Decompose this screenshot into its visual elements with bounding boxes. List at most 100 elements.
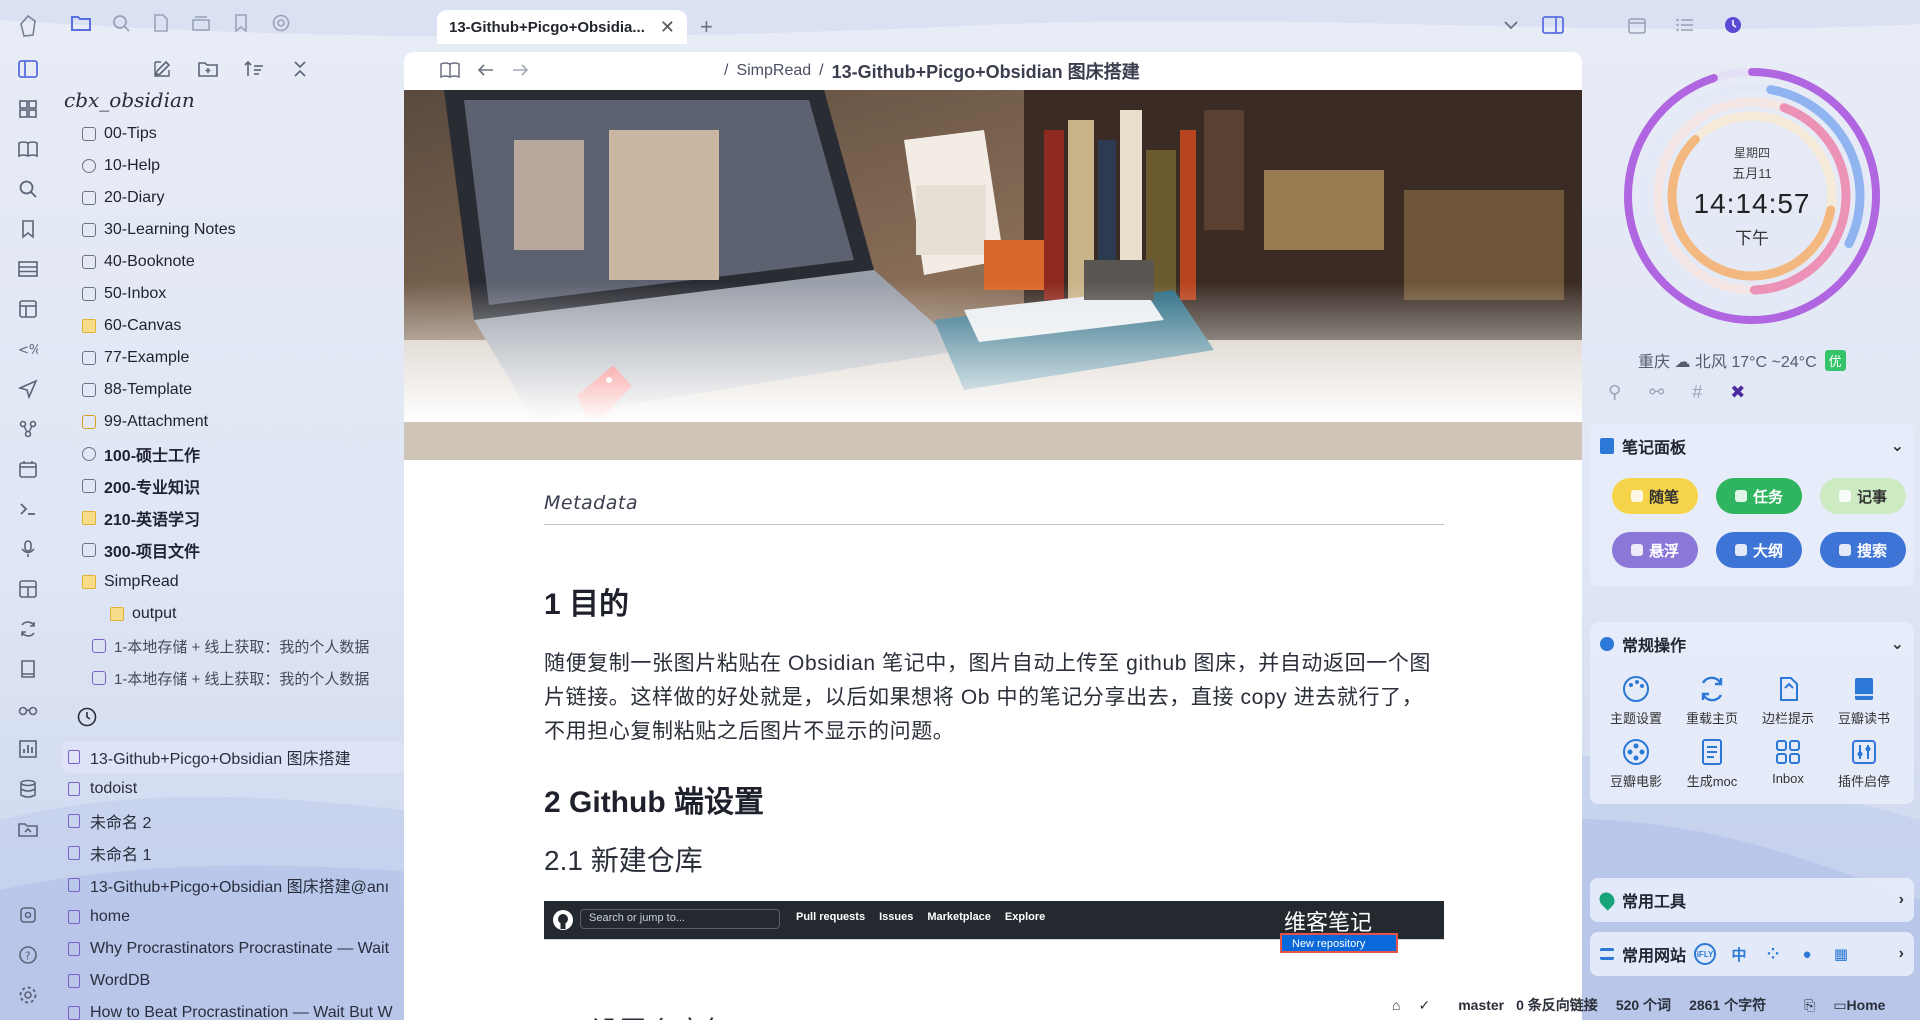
apps-grid-icon[interactable]: ▦ bbox=[1830, 943, 1852, 965]
new-note-icon[interactable] bbox=[151, 58, 173, 80]
home-icon[interactable]: ⌂ bbox=[1392, 997, 1400, 1013]
tree-item[interactable]: 10-Help bbox=[82, 150, 404, 182]
book-icon[interactable] bbox=[17, 658, 39, 680]
new-folder-icon[interactable] bbox=[197, 58, 219, 80]
memo-button[interactable]: 记事 bbox=[1820, 478, 1906, 514]
graph-icon[interactable] bbox=[17, 418, 39, 440]
task-button[interactable]: 任务 bbox=[1716, 478, 1802, 514]
plugin-toggle-button[interactable]: 插件启停 bbox=[1826, 737, 1902, 790]
bookmark-icon[interactable] bbox=[230, 12, 252, 34]
clock-icon[interactable] bbox=[1722, 14, 1744, 36]
tab-active-note[interactable]: 13-Github+Picgo+Obsidia... ✕ bbox=[437, 10, 687, 44]
chinese-input-icon[interactable]: 中 bbox=[1728, 943, 1750, 965]
reload-home-button[interactable]: 重载主页 bbox=[1674, 674, 1750, 727]
sort-icon[interactable] bbox=[243, 58, 265, 80]
bookmark-icon[interactable] bbox=[17, 218, 39, 240]
sync-icon[interactable] bbox=[17, 618, 39, 640]
collapse-all-icon[interactable] bbox=[289, 58, 311, 80]
notes-panel-header[interactable]: 笔记面板 ⌄ bbox=[1590, 424, 1914, 468]
table-icon[interactable] bbox=[17, 258, 39, 280]
sidebar-left-icon[interactable] bbox=[17, 58, 39, 80]
inbox-button[interactable]: Inbox bbox=[1750, 737, 1826, 790]
check-icon[interactable]: ✓ bbox=[1418, 997, 1430, 1014]
dots-icon[interactable]: ⁘ bbox=[1762, 943, 1784, 965]
sync-status-icon[interactable]: ⎘ bbox=[1804, 997, 1815, 1014]
theme-settings-button[interactable]: 主题设置 bbox=[1598, 674, 1674, 727]
tree-item[interactable]: 30-Learning Notes bbox=[82, 214, 404, 246]
tools-icon[interactable]: ✖ bbox=[1730, 382, 1745, 403]
ops-panel-header[interactable]: 常规操作 ⌄ bbox=[1590, 622, 1914, 666]
tree-item[interactable]: 50-Inbox bbox=[82, 278, 404, 310]
tree-item[interactable]: 88-Template bbox=[82, 374, 404, 406]
recent-file-item[interactable]: 未命名 1 bbox=[62, 837, 404, 869]
terminal-icon[interactable] bbox=[17, 498, 39, 520]
list-icon[interactable] bbox=[1674, 14, 1696, 36]
grid-icon[interactable] bbox=[17, 98, 39, 120]
search-icon[interactable] bbox=[110, 12, 132, 34]
tree-item[interactable]: 200-专业知识 bbox=[82, 470, 404, 502]
upload-icon[interactable] bbox=[17, 818, 39, 840]
book-open-icon[interactable] bbox=[17, 138, 39, 160]
tree-item[interactable]: 60-Canvas bbox=[82, 310, 404, 342]
layout-icon[interactable] bbox=[17, 298, 39, 320]
douban-movies-button[interactable]: 豆瓣电影 bbox=[1598, 737, 1674, 790]
back-arrow-icon[interactable] bbox=[476, 60, 496, 80]
file-icon[interactable] bbox=[150, 12, 172, 34]
microphone-icon[interactable] bbox=[17, 538, 39, 560]
chevron-down-icon[interactable] bbox=[1500, 14, 1522, 36]
ifly-icon[interactable]: iFLY bbox=[1694, 943, 1717, 965]
sidebar-toggle-icon[interactable] bbox=[1542, 14, 1564, 36]
link-add-icon[interactable]: ⚲ bbox=[1608, 382, 1621, 403]
metadata-heading[interactable]: Metadata bbox=[544, 492, 1444, 525]
tree-item[interactable]: 300-项目文件 bbox=[82, 534, 404, 566]
folder-icon[interactable] bbox=[70, 12, 92, 34]
recent-file-item[interactable]: Why Procrastinators Procrastinate — Wait bbox=[62, 933, 404, 965]
vault-switch-icon[interactable] bbox=[17, 904, 39, 926]
tools-panel-header[interactable]: 常用工具 › bbox=[1590, 878, 1914, 922]
hashtag-icon[interactable]: # bbox=[1692, 382, 1702, 403]
dashboard-icon[interactable] bbox=[17, 578, 39, 600]
help-icon[interactable]: ? bbox=[17, 944, 39, 966]
tree-item[interactable]: SimpRead bbox=[82, 566, 404, 598]
tree-item[interactable]: 40-Booknote bbox=[82, 246, 404, 278]
template-icon[interactable]: <% bbox=[17, 338, 39, 360]
microphone-icon[interactable]: ● bbox=[1796, 943, 1818, 965]
tree-item-doc[interactable]: 1-本地存储 + 线上获取：我的个人数据 bbox=[82, 662, 404, 694]
vault-name[interactable]: cbx_obsidian bbox=[64, 88, 195, 112]
gear-icon[interactable] bbox=[17, 984, 39, 1006]
reading-mode-icon[interactable] bbox=[440, 60, 460, 80]
breadcrumb-current[interactable]: 13-Github+Picgo+Obsidian 图床搭建 bbox=[832, 58, 1140, 84]
recent-file-item[interactable]: How to Beat Procrastination — Wait But W bbox=[62, 997, 404, 1020]
calendar-icon[interactable] bbox=[1626, 14, 1648, 36]
database-icon[interactable] bbox=[17, 778, 39, 800]
chevron-down-icon[interactable]: ⌄ bbox=[1891, 634, 1904, 654]
tree-item-output[interactable]: output bbox=[82, 598, 404, 630]
chrome-icon[interactable] bbox=[270, 12, 292, 34]
recent-file-item[interactable]: todoist bbox=[62, 773, 404, 805]
recent-file-item[interactable]: 13-Github+Picgo+Obsidian 图床搭建@anı bbox=[62, 869, 404, 901]
chevron-right-icon[interactable]: › bbox=[1899, 945, 1904, 963]
home-shortcut[interactable]: ▭Home bbox=[1833, 997, 1885, 1014]
forward-arrow-icon[interactable] bbox=[510, 60, 530, 80]
recent-file-item[interactable]: home bbox=[62, 901, 404, 933]
outline-button[interactable]: 大纲 bbox=[1716, 532, 1802, 568]
search-icon[interactable] bbox=[17, 178, 39, 200]
recent-files-clock-icon[interactable] bbox=[76, 706, 98, 728]
git-branch[interactable]: master bbox=[1458, 997, 1504, 1013]
chevron-right-icon[interactable]: › bbox=[1899, 891, 1904, 909]
new-tab-button[interactable]: + bbox=[700, 14, 713, 40]
tree-item[interactable]: 20-Diary bbox=[82, 182, 404, 214]
tree-item[interactable]: 210-英语学习 bbox=[82, 502, 404, 534]
recent-file-item[interactable]: WordDB bbox=[62, 965, 404, 997]
close-icon[interactable]: ✕ bbox=[660, 17, 675, 38]
stack-icon[interactable] bbox=[190, 12, 212, 34]
tree-item[interactable]: 00-Tips bbox=[82, 118, 404, 150]
generate-moc-button[interactable]: 生成moc bbox=[1674, 737, 1750, 790]
chart-icon[interactable] bbox=[17, 738, 39, 760]
douban-books-button[interactable]: 豆瓣读书 bbox=[1826, 674, 1902, 727]
backlinks-count[interactable]: 0 条反向链接 bbox=[1516, 995, 1598, 1015]
breadcrumb-folder[interactable]: SimpRead bbox=[736, 62, 811, 80]
recent-file-item[interactable]: 未命名 2 bbox=[62, 805, 404, 837]
quick-note-button[interactable]: 随笔 bbox=[1612, 478, 1698, 514]
sidebar-tips-button[interactable]: 边栏提示 bbox=[1750, 674, 1826, 727]
